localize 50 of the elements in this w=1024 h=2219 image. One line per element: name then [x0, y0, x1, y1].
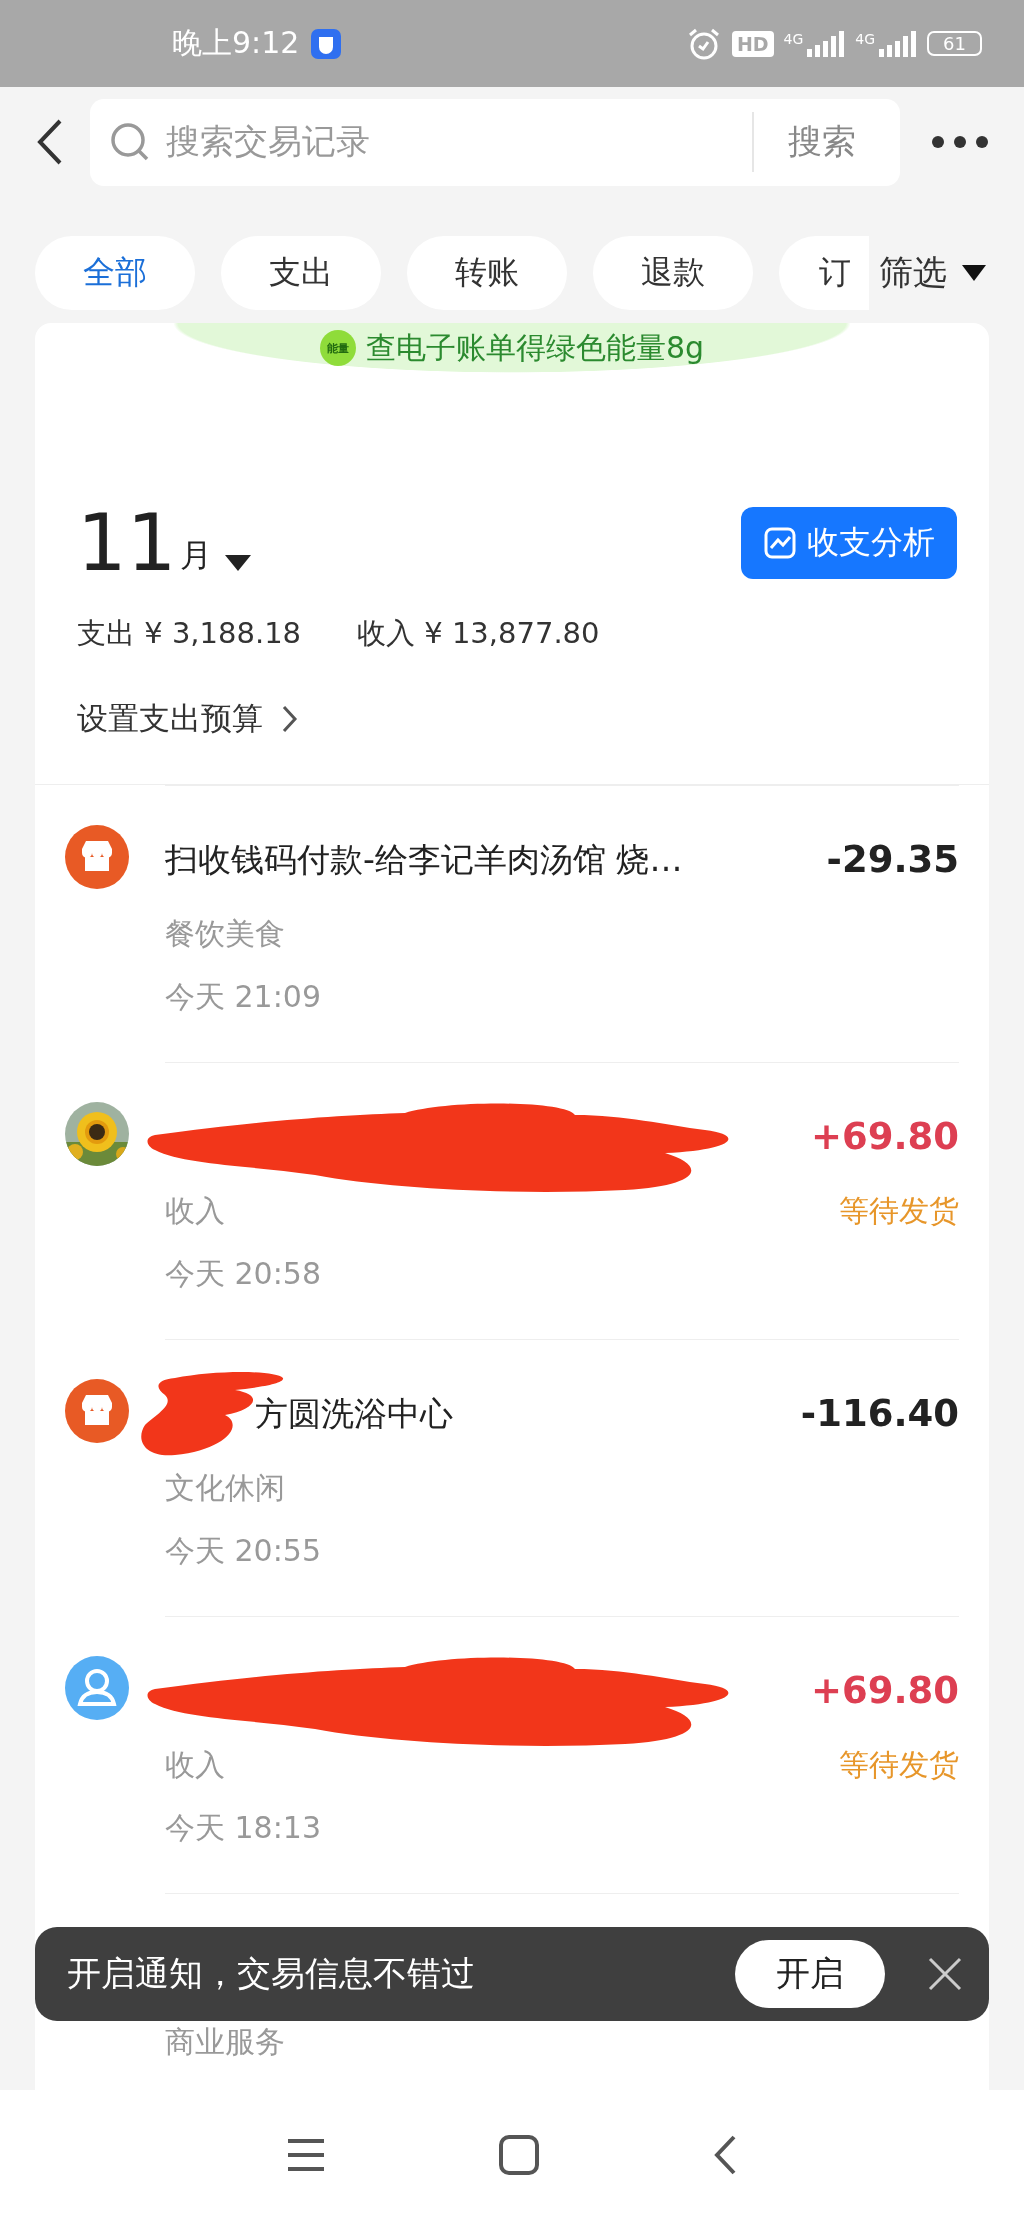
month-number[interactable]: 11 — [77, 498, 177, 588]
transaction-time: 今天 18:13 — [165, 1809, 321, 1847]
transaction-amount: -116.40 — [800, 1392, 959, 1435]
transaction-category: 餐饮美食 — [165, 915, 285, 953]
filter-tab[interactable]: 全部 — [35, 236, 195, 310]
order-status: 等待发货 — [839, 1192, 959, 1230]
income-total: 收入 ¥ 13,877.80 — [357, 615, 600, 652]
signal-indicator: 4G — [783, 30, 846, 57]
transaction-time: 今天 20:55 — [165, 1532, 321, 1570]
store-icon — [65, 1379, 129, 1443]
analysis-button[interactable]: 收支分析 — [741, 507, 957, 579]
search-button[interactable]: 搜索 — [754, 119, 882, 165]
filter-tab[interactable]: 支出 — [221, 236, 381, 310]
banner-text: 查电子账单得绿色能量8g — [365, 328, 705, 367]
transaction-category: 收入 — [165, 1746, 225, 1784]
back-icon[interactable] — [712, 2133, 738, 2176]
notice-message: 开启通知，交易信息不错过 — [67, 1952, 476, 1995]
app-notification-icon — [309, 26, 344, 61]
filter-tab[interactable]: 退款 — [593, 236, 753, 310]
transaction-time: 今天 21:09 — [165, 978, 321, 1016]
dropdown-icon[interactable] — [224, 554, 253, 572]
transaction-category: 文化休闲 — [165, 1469, 285, 1507]
home-icon[interactable] — [498, 2133, 540, 2176]
dropdown-icon — [961, 264, 987, 282]
chevron-icon — [281, 704, 299, 734]
chart-icon — [763, 526, 797, 560]
transaction-title: 方圆洗浴中心 — [255, 1393, 453, 1435]
transaction-title: 扫收钱码付款-给李记羊肉汤馆 烧… — [165, 839, 683, 881]
status-time: 晚上9:12 — [172, 24, 300, 62]
search-field[interactable]: 搜索交易记录 搜索 — [90, 98, 900, 186]
transaction-amount: +69.80 — [810, 1669, 959, 1712]
battery-indicator: 61 — [927, 31, 982, 56]
avatar-icon — [65, 1656, 129, 1720]
enable-button[interactable]: 开启 — [735, 1940, 885, 2008]
transaction-category: 收入 — [165, 1192, 225, 1230]
month-unit[interactable]: 月 — [180, 534, 213, 578]
expense-total: 支出 ¥ 3,188.18 — [77, 615, 302, 652]
menu-icon[interactable] — [286, 2137, 326, 2172]
transaction-category: 商业服务 — [165, 2023, 285, 2061]
transaction-amount: -29.35 — [826, 838, 959, 881]
transaction-time: 今天 20:58 — [165, 1255, 321, 1293]
budget-link[interactable]: 设置支出预算 — [35, 654, 341, 784]
hd-indicator: HD — [731, 30, 774, 57]
store-icon — [65, 825, 129, 889]
filter-tab[interactable]: 转账 — [407, 236, 567, 310]
energy-badge: 能量 — [319, 330, 356, 366]
signal-indicator: 4G — [855, 30, 918, 57]
order-status: 等待发货 — [839, 1746, 959, 1784]
transaction-amount: +69.80 — [810, 1115, 959, 1158]
filter-tab[interactable]: 订 — [779, 236, 869, 310]
